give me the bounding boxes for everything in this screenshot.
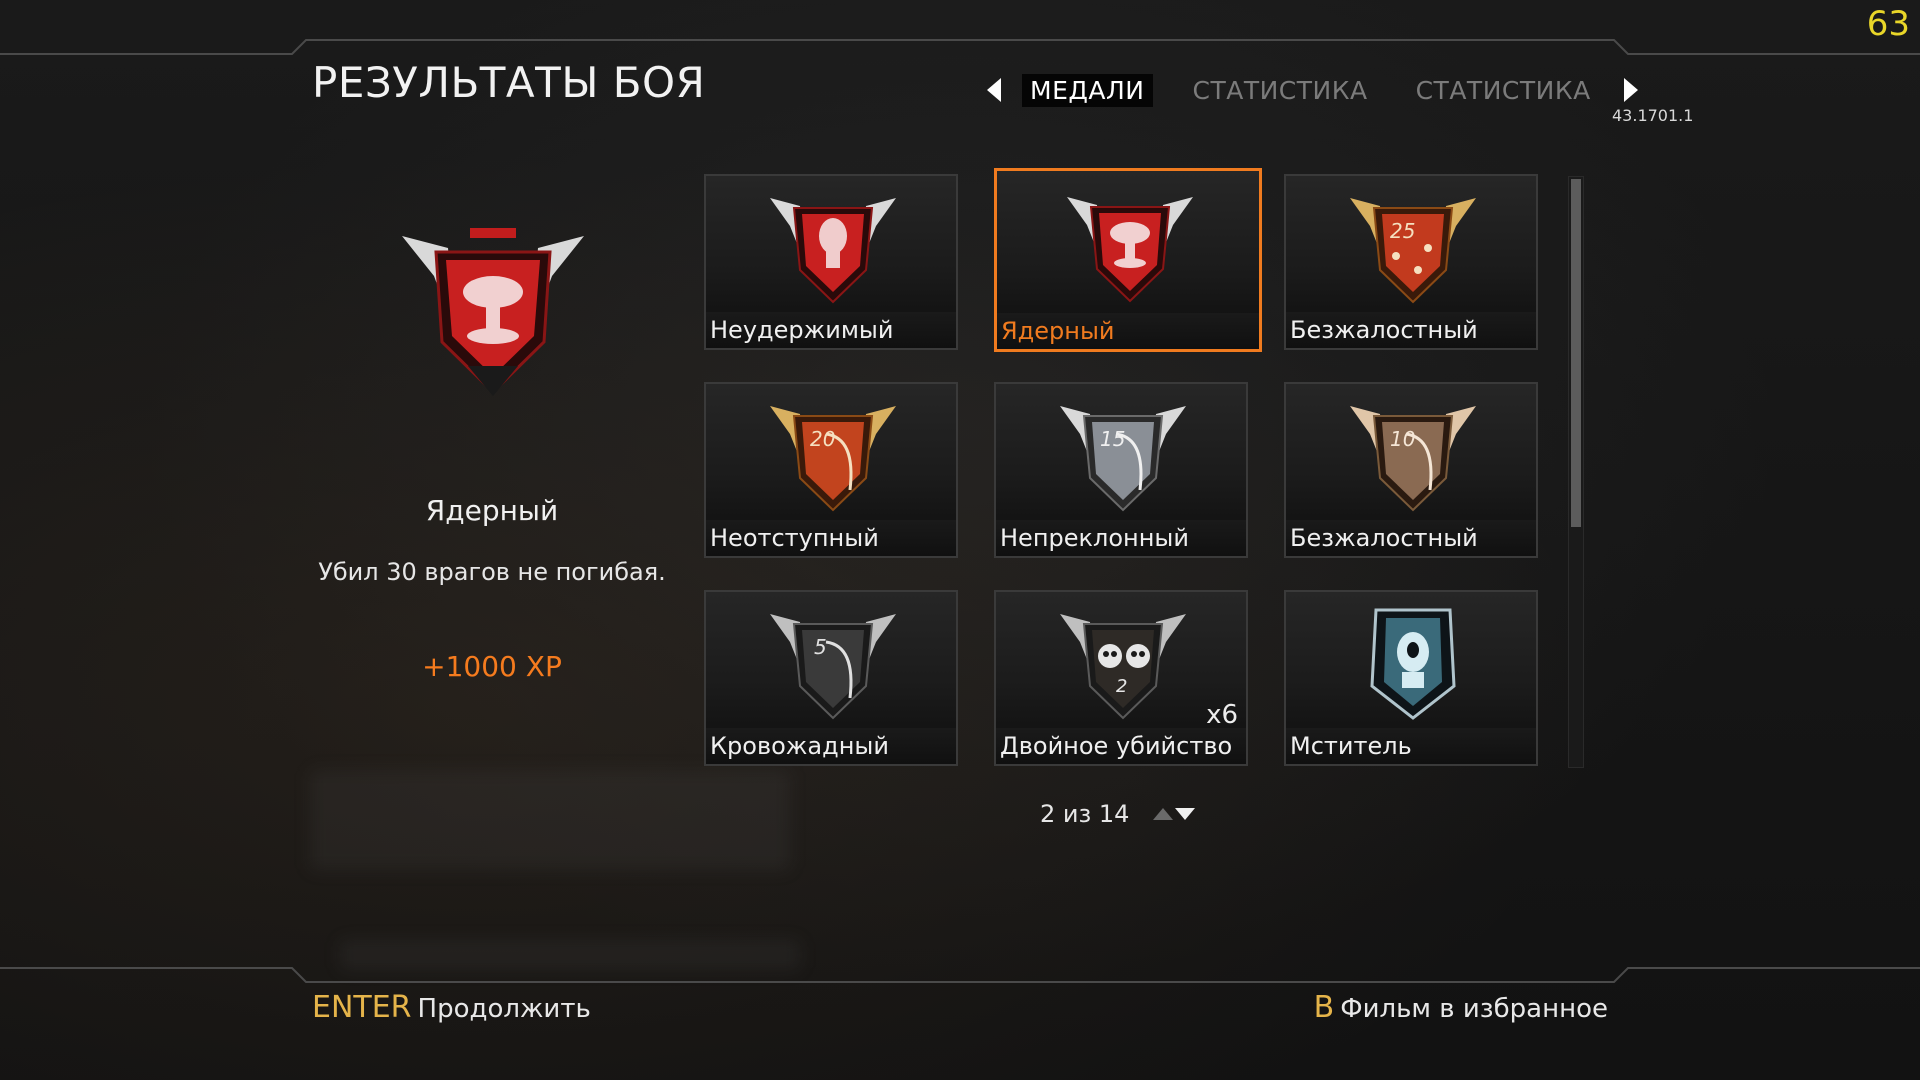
medal-card[interactable]: Неудержимый: [704, 174, 958, 350]
ruthless-10-medal-icon: 10: [1350, 406, 1476, 512]
page-title: РЕЗУЛЬТАТЫ БОЯ: [312, 58, 706, 107]
top-frame-line: [0, 39, 1920, 55]
double-kill-medal-icon: 2: [1060, 614, 1186, 720]
version-label: 43.1701.1: [1612, 106, 1694, 125]
continue-label: Продолжить: [417, 994, 591, 1024]
tab-statistics-1[interactable]: СТАТИСТИКА: [1185, 74, 1376, 107]
pager-text: 2 из 14: [1040, 800, 1130, 828]
medal-name: Безжалостный: [1290, 316, 1478, 344]
avenger-medal-icon: [1370, 608, 1456, 720]
medal-name: Мститель: [1290, 732, 1412, 760]
tab-medals[interactable]: МЕДАЛИ: [1022, 73, 1153, 107]
nuke-medal-icon: [398, 216, 588, 406]
svg-text:5: 5: [814, 635, 827, 659]
b-key-hint: B: [1313, 990, 1335, 1025]
svg-text:2: 2: [1116, 676, 1127, 697]
medal-name: Безжалостный: [1290, 524, 1478, 552]
medal-card[interactable]: 2 x6 Двойное убийство: [994, 590, 1248, 766]
svg-text:15: 15: [1100, 427, 1125, 451]
detail-medal-description: Убил 30 врагов не погибая.: [318, 558, 666, 586]
ruthless-25-medal-icon: 25: [1350, 198, 1476, 304]
bloodthirsty-5-medal-icon: 5: [770, 614, 896, 720]
medal-name: Неотступный: [710, 524, 879, 552]
bookmark-film-prompt[interactable]: B Фильм в избранное: [1314, 990, 1608, 1025]
unstoppable-medal-icon: [770, 198, 896, 304]
medal-card[interactable]: 15 Непреклонный: [994, 382, 1248, 558]
background-blur: [310, 770, 790, 870]
tab-statistics-2[interactable]: СТАТИСТИКА: [1408, 74, 1599, 107]
medal-card[interactable]: 25 Безжалостный: [1284, 174, 1538, 350]
scrollbar-thumb[interactable]: [1571, 179, 1581, 527]
medal-name: Двойное убийство: [1000, 732, 1233, 760]
medal-grid: Неудержимый Ядерный 25 Безжалостный 20 Н…: [704, 168, 1546, 770]
medal-name: Непреклонный: [1000, 524, 1189, 552]
medal-name: Кровожадный: [710, 732, 889, 760]
pager: 2 из 14: [1040, 800, 1196, 828]
page-up-arrow-icon[interactable]: [1153, 808, 1174, 820]
svg-text:25: 25: [1390, 219, 1415, 243]
tab-next-arrow-icon[interactable]: [1615, 75, 1645, 105]
medal-name: Ядерный: [1001, 317, 1115, 345]
nuke-medal-icon: [1067, 197, 1193, 303]
enter-key-hint: ENTER: [312, 990, 412, 1025]
detail-xp-reward: +1000 XP: [422, 650, 562, 683]
medal-card[interactable]: 10 Безжалостный: [1284, 382, 1538, 558]
bookmark-film-label: Фильм в избранное: [1340, 994, 1608, 1024]
medal-count: x6: [1206, 700, 1238, 730]
grid-scrollbar[interactable]: [1568, 176, 1584, 768]
tab-prev-arrow-icon[interactable]: [980, 75, 1010, 105]
svg-text:10: 10: [1390, 427, 1415, 451]
merciless-15-medal-icon: 15: [1060, 406, 1186, 512]
tab-bar: МЕДАЛИ СТАТИСТИКА СТАТИСТИКА: [980, 70, 1645, 110]
medal-name: Неудержимый: [710, 316, 894, 344]
medal-card[interactable]: Мститель: [1284, 590, 1538, 766]
page-down-arrow-icon[interactable]: [1175, 808, 1196, 820]
fps-counter: 63: [1866, 4, 1910, 44]
medal-card-selected[interactable]: Ядерный: [994, 168, 1262, 352]
bottom-frame-line: [0, 967, 1920, 983]
medal-card[interactable]: 5 Кровожадный: [704, 590, 958, 766]
detail-medal-name: Ядерный: [425, 494, 559, 527]
continue-prompt[interactable]: ENTER Продолжить: [312, 990, 591, 1025]
relentless-20-medal-icon: 20: [770, 406, 896, 512]
medal-card[interactable]: 20 Неотступный: [704, 382, 958, 558]
pager-arrows: [1153, 808, 1196, 820]
svg-text:20: 20: [810, 427, 835, 451]
